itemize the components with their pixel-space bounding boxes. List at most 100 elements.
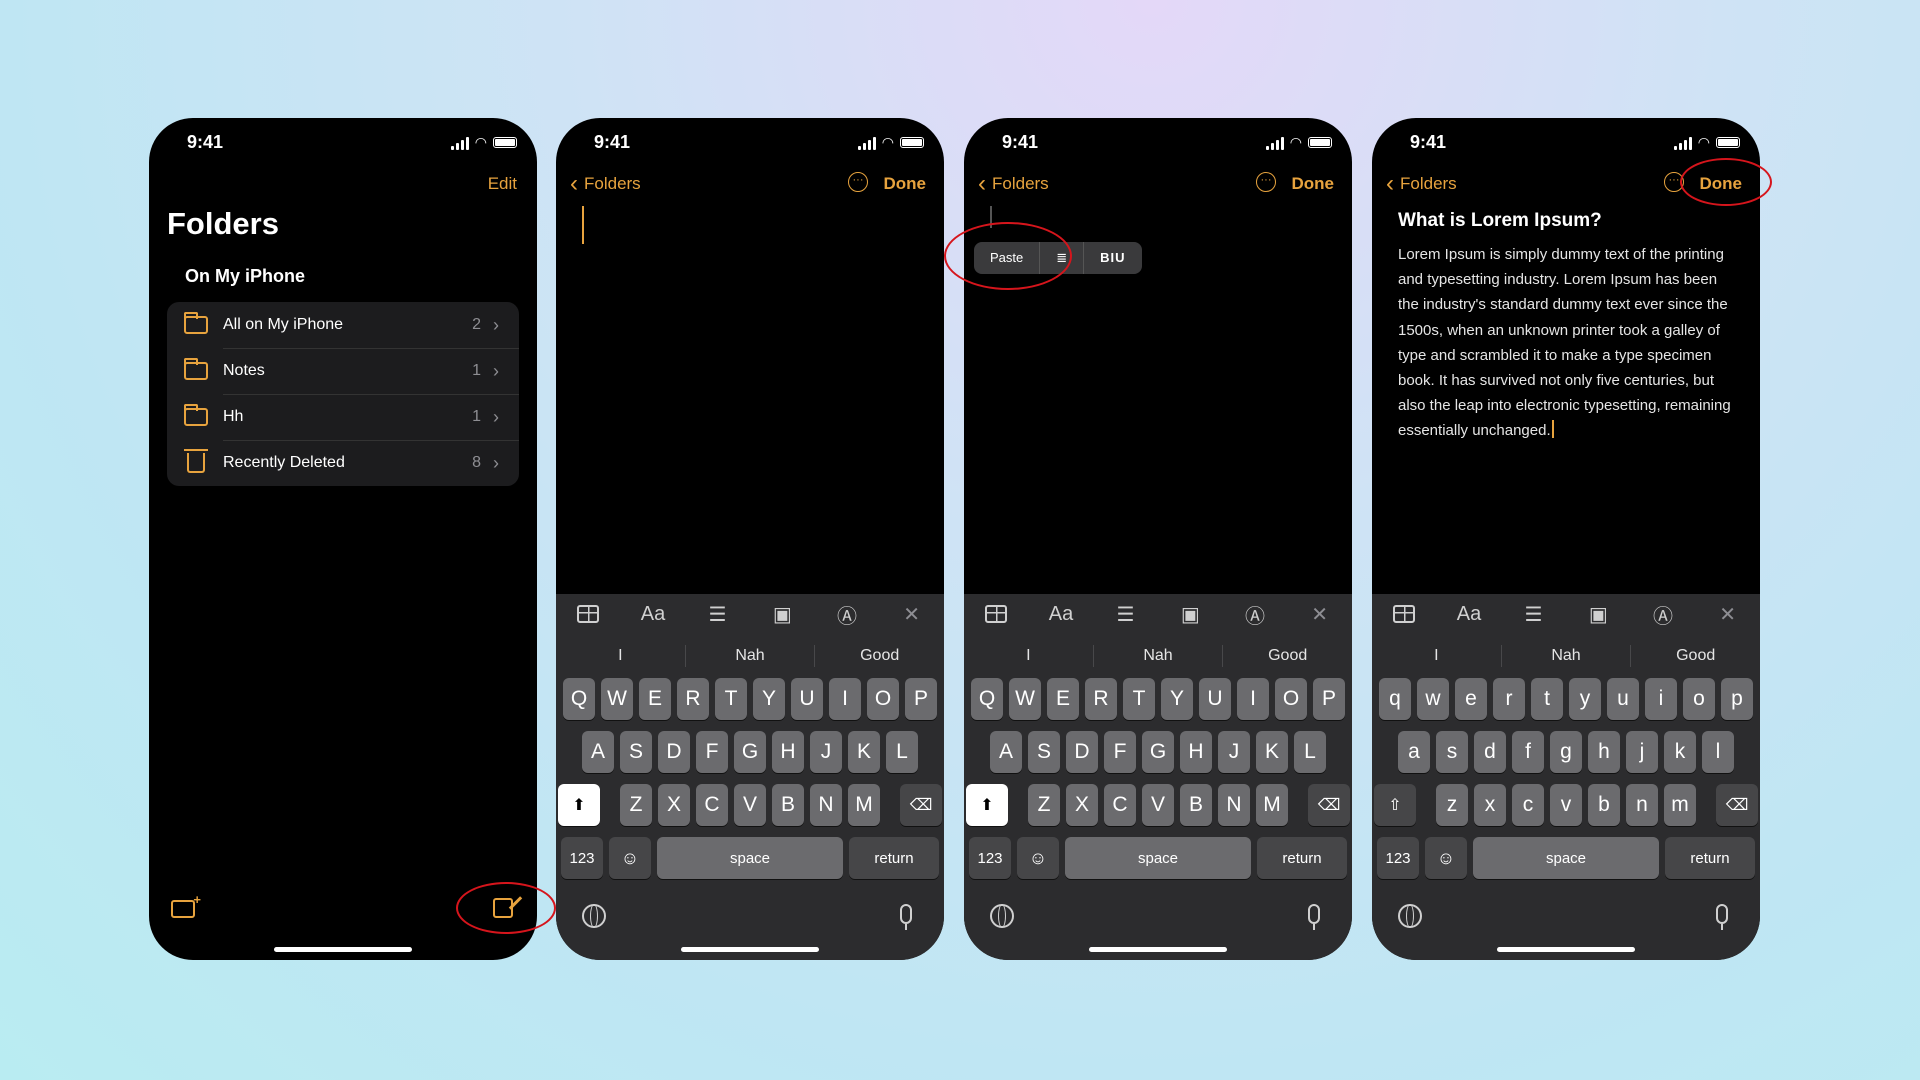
key-e[interactable]: E <box>639 678 671 720</box>
key-a[interactable]: a <box>1398 731 1430 773</box>
close-icon[interactable]: ✕ <box>1711 602 1745 627</box>
key-l[interactable]: L <box>886 731 918 773</box>
key-k[interactable]: K <box>1256 731 1288 773</box>
text-format-button[interactable]: Aa <box>1452 603 1486 626</box>
table-icon[interactable] <box>577 605 600 623</box>
key-a[interactable]: A <box>582 731 614 773</box>
key-n[interactable]: N <box>810 784 842 826</box>
shift-key[interactable]: ⇧ <box>1374 784 1416 826</box>
globe-icon[interactable] <box>1398 904 1422 928</box>
key-o[interactable]: o <box>1683 678 1715 720</box>
suggestion-item[interactable]: I <box>964 645 1094 667</box>
table-icon[interactable] <box>985 605 1008 623</box>
numbers-key[interactable]: 123 <box>969 837 1011 879</box>
key-i[interactable]: I <box>829 678 861 720</box>
key-x[interactable]: x <box>1474 784 1506 826</box>
suggestion-item[interactable]: I <box>556 645 686 667</box>
emoji-key[interactable]: ☺ <box>1425 837 1467 879</box>
folder-row-recently-deleted[interactable]: Recently Deleted 8 › <box>167 440 519 486</box>
key-b[interactable]: B <box>772 784 804 826</box>
key-o[interactable]: O <box>867 678 899 720</box>
checklist-icon[interactable]: ☰ <box>701 602 735 627</box>
camera-icon[interactable]: ▣ <box>765 602 799 627</box>
table-icon[interactable] <box>1393 605 1416 623</box>
suggestion-item[interactable]: Good <box>1631 645 1760 667</box>
key-h[interactable]: H <box>772 731 804 773</box>
key-i[interactable]: I <box>1237 678 1269 720</box>
key-h[interactable]: H <box>1180 731 1212 773</box>
checklist-icon[interactable]: ☰ <box>1109 602 1143 627</box>
key-u[interactable]: u <box>1607 678 1639 720</box>
key-s[interactable]: S <box>620 731 652 773</box>
backspace-key[interactable]: ⌫ <box>1308 784 1350 826</box>
key-u[interactable]: U <box>791 678 823 720</box>
space-key[interactable]: space <box>657 837 843 879</box>
key-g[interactable]: g <box>1550 731 1582 773</box>
key-h[interactable]: h <box>1588 731 1620 773</box>
folder-row-all-on-my-iphone[interactable]: All on My iPhone 2 › <box>167 302 519 348</box>
return-key[interactable]: return <box>1665 837 1755 879</box>
folder-row-hh[interactable]: Hh 1 › <box>167 394 519 440</box>
key-q[interactable]: q <box>1379 678 1411 720</box>
globe-icon[interactable] <box>990 904 1014 928</box>
shift-key[interactable]: ⬆ <box>558 784 600 826</box>
space-key[interactable]: space <box>1473 837 1659 879</box>
key-v[interactable]: V <box>734 784 766 826</box>
text-format-button[interactable]: Aa <box>636 603 670 626</box>
key-e[interactable]: e <box>1455 678 1487 720</box>
close-icon[interactable]: ✕ <box>1303 602 1337 627</box>
key-y[interactable]: y <box>1569 678 1601 720</box>
camera-icon[interactable]: ▣ <box>1173 602 1207 627</box>
done-button[interactable]: Done <box>884 174 927 194</box>
key-l[interactable]: l <box>1702 731 1734 773</box>
key-y[interactable]: Y <box>753 678 785 720</box>
key-k[interactable]: K <box>848 731 880 773</box>
key-s[interactable]: s <box>1436 731 1468 773</box>
more-options-icon[interactable]: ··· <box>848 172 868 192</box>
microphone-icon[interactable] <box>1716 904 1728 930</box>
camera-icon[interactable]: ▣ <box>1581 602 1615 627</box>
key-m[interactable]: M <box>848 784 880 826</box>
numbers-key[interactable]: 123 <box>561 837 603 879</box>
key-r[interactable]: R <box>1085 678 1117 720</box>
markup-icon[interactable]: Ⓐ <box>1646 600 1680 629</box>
key-c[interactable]: c <box>1512 784 1544 826</box>
key-c[interactable]: C <box>1104 784 1136 826</box>
markup-icon[interactable]: Ⓐ <box>830 600 864 629</box>
key-t[interactable]: T <box>715 678 747 720</box>
key-w[interactable]: W <box>1009 678 1041 720</box>
note-body[interactable]: Lorem Ipsum is simply dummy text of the … <box>1398 242 1738 444</box>
key-d[interactable]: D <box>658 731 690 773</box>
key-u[interactable]: U <box>1199 678 1231 720</box>
key-j[interactable]: J <box>810 731 842 773</box>
key-i[interactable]: i <box>1645 678 1677 720</box>
suggestion-item[interactable]: Nah <box>1094 645 1224 667</box>
backspace-key[interactable]: ⌫ <box>900 784 942 826</box>
key-o[interactable]: O <box>1275 678 1307 720</box>
key-q[interactable]: Q <box>563 678 595 720</box>
key-j[interactable]: j <box>1626 731 1658 773</box>
key-m[interactable]: M <box>1256 784 1288 826</box>
key-v[interactable]: V <box>1142 784 1174 826</box>
key-z[interactable]: z <box>1436 784 1468 826</box>
format-text-button[interactable]: BIU <box>1084 242 1141 274</box>
key-b[interactable]: B <box>1180 784 1212 826</box>
key-z[interactable]: Z <box>1028 784 1060 826</box>
key-s[interactable]: S <box>1028 731 1060 773</box>
key-g[interactable]: G <box>1142 731 1174 773</box>
key-b[interactable]: b <box>1588 784 1620 826</box>
key-q[interactable]: Q <box>971 678 1003 720</box>
return-key[interactable]: return <box>849 837 939 879</box>
folder-row-notes[interactable]: Notes 1 › <box>167 348 519 394</box>
done-button[interactable]: Done <box>1292 174 1335 194</box>
microphone-icon[interactable] <box>1308 904 1320 930</box>
key-x[interactable]: X <box>1066 784 1098 826</box>
key-f[interactable]: F <box>696 731 728 773</box>
key-v[interactable]: v <box>1550 784 1582 826</box>
key-f[interactable]: F <box>1104 731 1136 773</box>
key-t[interactable]: t <box>1531 678 1563 720</box>
key-n[interactable]: n <box>1626 784 1658 826</box>
key-y[interactable]: Y <box>1161 678 1193 720</box>
key-z[interactable]: Z <box>620 784 652 826</box>
back-button[interactable]: ‹ Folders <box>978 172 1049 196</box>
